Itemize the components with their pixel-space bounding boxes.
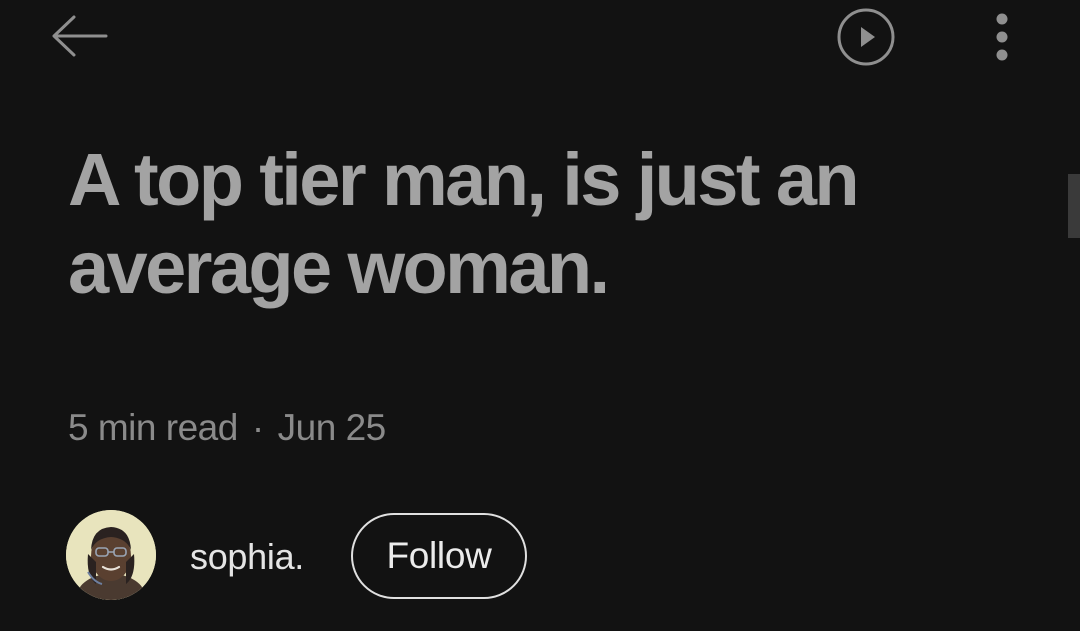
meta-separator: ·	[251, 407, 264, 448]
play-circle-icon	[836, 7, 896, 72]
publish-date: Jun 25	[277, 407, 387, 448]
follow-button[interactable]: Follow	[351, 513, 527, 599]
listen-button[interactable]	[836, 7, 896, 72]
avatar[interactable]	[66, 510, 156, 600]
article-title: A top tier man, is just an average woman…	[68, 138, 860, 309]
author-row: sophia. Follow	[66, 510, 666, 602]
back-button[interactable]	[48, 12, 112, 64]
more-options-button[interactable]	[980, 10, 1024, 68]
author-name[interactable]: sophia.	[190, 536, 304, 578]
article-meta: 5 min read · Jun 25	[68, 406, 386, 450]
read-time: 5 min read	[68, 407, 238, 448]
scroll-indicator[interactable]	[1068, 174, 1080, 238]
more-vertical-icon	[992, 12, 1012, 67]
top-app-bar	[0, 0, 1080, 80]
arrow-left-icon	[50, 14, 110, 63]
